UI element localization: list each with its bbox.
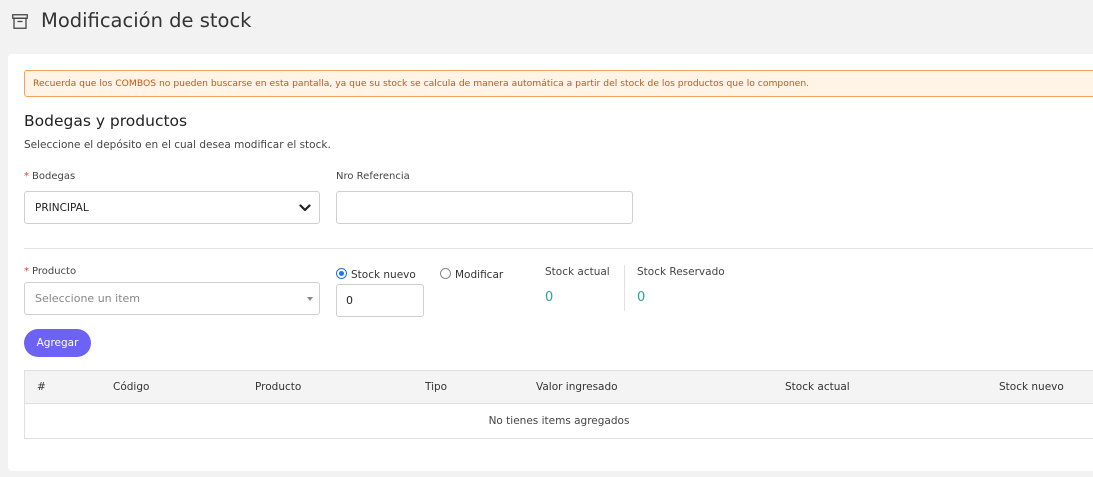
column-header-stock-actual: Stock actual [785, 381, 850, 393]
table-header: # Código Producto Tipo Valor ingresado S… [25, 371, 1093, 404]
column-header-stock-nuevo: Stock nuevo [999, 381, 1064, 393]
caret-down-icon [307, 297, 313, 301]
section-subtitle: Seleccione el depósito en el cual desea … [24, 139, 331, 151]
referencia-label: Nro Referencia [336, 171, 410, 182]
modificar-radio[interactable] [440, 268, 451, 279]
empty-table-message: No tienes items agregados [488, 415, 630, 427]
column-header-index: # [37, 381, 46, 393]
producto-label: * Producto [24, 266, 76, 277]
stock-actual-value: 0 [545, 290, 554, 305]
items-table: # Código Producto Tipo Valor ingresado S… [24, 370, 1093, 439]
stock-nuevo-radio[interactable] [336, 268, 347, 279]
column-header-codigo: Código [113, 381, 150, 393]
stat-separator [624, 265, 625, 311]
column-header-valor: Valor ingresado [536, 381, 618, 393]
page-title: Modificación de stock [41, 9, 252, 32]
required-mark: * [24, 266, 29, 277]
combos-warning-alert: Recuerda que los COMBOS no pueden buscar… [24, 70, 1093, 97]
stock-reservado-label: Stock Reservado [637, 266, 725, 278]
bodegas-label: * Bodegas [24, 171, 75, 182]
bodegas-select[interactable]: PRINCIPAL [24, 191, 320, 224]
column-header-tipo: Tipo [425, 381, 448, 393]
stock-reservado-value: 0 [637, 290, 646, 305]
column-header-producto: Producto [255, 381, 302, 393]
modificar-label[interactable]: Modificar [455, 269, 503, 281]
chevron-down-icon [299, 204, 311, 212]
producto-select[interactable]: Seleccione un item [24, 282, 320, 315]
page-header: Modificación de stock [0, 0, 1093, 44]
quantity-value: 0 [346, 294, 353, 307]
divider [24, 248, 1093, 249]
stock-nuevo-label[interactable]: Stock nuevo [351, 269, 416, 281]
bodegas-selected-value: PRINCIPAL [35, 202, 89, 214]
quantity-input[interactable]: 0 [336, 284, 424, 317]
bodegas-label-text: Bodegas [32, 171, 76, 182]
required-mark: * [24, 171, 29, 182]
agregar-button[interactable]: Agregar [24, 329, 91, 357]
producto-label-text: Producto [32, 266, 77, 277]
archive-icon [12, 14, 28, 29]
referencia-input[interactable] [336, 191, 633, 224]
section-title: Bodegas y productos [24, 112, 188, 130]
producto-placeholder: Seleccione un item [35, 292, 140, 305]
stock-card: Recuerda que los COMBOS no pueden buscar… [8, 54, 1093, 471]
stock-actual-label: Stock actual [545, 266, 610, 278]
